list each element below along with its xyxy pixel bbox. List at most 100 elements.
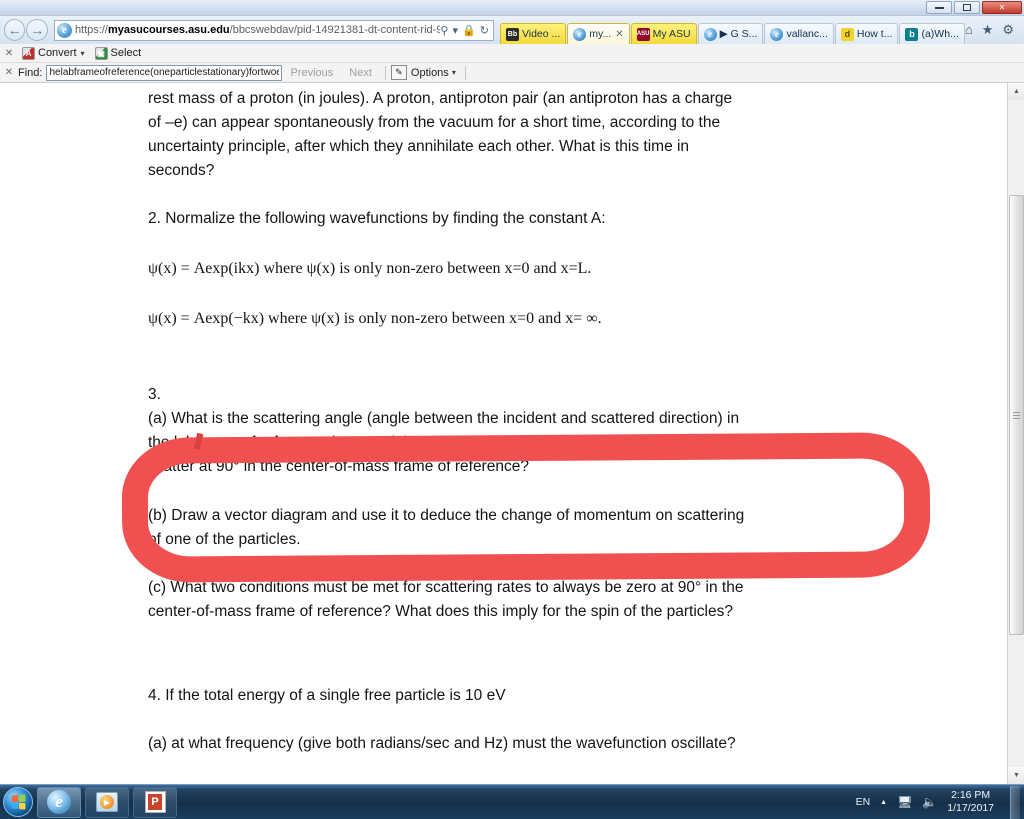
- network-icon[interactable]: 🖥: [897, 795, 912, 809]
- tab-video[interactable]: Bb Video ...: [499, 23, 567, 44]
- asu-icon: ASU: [636, 27, 650, 41]
- tab-label: ▶ G S...: [719, 28, 758, 40]
- scrollbar-thumb[interactable]: [1009, 195, 1024, 635]
- highlight-all-icon[interactable]: ✎: [390, 65, 407, 80]
- question-4a-line: (a) at what frequency (give both radians…: [148, 735, 736, 752]
- browser-navigation-bar: ← → e https://myasucourses.asu.edu/bbcsw…: [0, 16, 1024, 44]
- url-host: myasucourses.asu.edu: [107, 24, 230, 36]
- question-3a-line: (a) What is the scattering angle (angle …: [148, 410, 740, 427]
- select-icon: ▣: [94, 46, 108, 60]
- equation-1: ψ(x) = Aexp(ikx) where ψ(x) is only non-…: [148, 260, 592, 277]
- home-icon[interactable]: ⌂: [965, 22, 973, 38]
- question-3c-line: (c) What two conditions must be met for …: [148, 579, 744, 596]
- close-toolbar-icon[interactable]: ✕: [0, 48, 18, 59]
- question-3c-line: center-of-mass frame of reference? What …: [148, 603, 733, 620]
- url-path: /bbcswebdav/pid-14921381-dt-content-rid-…: [229, 24, 441, 36]
- taskbar-item-windows-media-player[interactable]: ▶: [85, 786, 129, 818]
- taskbar-item-internet-explorer[interactable]: e: [37, 786, 81, 818]
- document-viewport[interactable]: rest mass of a proton (in joules). A pro…: [0, 83, 1024, 784]
- find-options-button[interactable]: Options ▾: [407, 64, 460, 81]
- ie-icon: e: [770, 27, 784, 41]
- find-input[interactable]: [46, 64, 283, 81]
- screen: ✕ ← → e https://myasucourses.asu.edu/bbc…: [0, 0, 1024, 819]
- forward-button[interactable]: →: [26, 19, 48, 41]
- window-controls: ✕: [926, 1, 1022, 14]
- docs-icon: d: [840, 27, 854, 41]
- close-find-bar-icon[interactable]: ✕: [0, 67, 18, 78]
- start-button[interactable]: [3, 787, 33, 817]
- show-hidden-icons-icon[interactable]: ▲: [880, 799, 887, 806]
- media-player-icon: ▶: [96, 792, 118, 812]
- tab-label: My ASU: [652, 28, 691, 40]
- convert-icon: A: [22, 46, 35, 60]
- language-indicator[interactable]: EN: [856, 796, 871, 808]
- blackboard-icon: Bb: [505, 27, 519, 41]
- back-button[interactable]: ←: [4, 19, 26, 41]
- tab-label: (a)Wh...: [921, 28, 959, 40]
- tab-vallanc[interactable]: e vallanc...: [764, 23, 834, 44]
- pdf-page: rest mass of a proton (in joules). A pro…: [0, 83, 1007, 784]
- refresh-icon[interactable]: ↻: [480, 24, 489, 37]
- find-options-label: Options: [410, 66, 449, 79]
- scroll-down-icon[interactable]: ▼: [1008, 767, 1024, 784]
- tab-label: Video ...: [521, 28, 561, 40]
- clock[interactable]: 2:16 PM 1/17/2017: [947, 789, 994, 815]
- find-previous-button[interactable]: Previous: [282, 67, 341, 79]
- vertical-scrollbar[interactable]: ▲ ▼: [1007, 83, 1024, 784]
- lock-icon: 🔒: [462, 24, 476, 37]
- search-icon[interactable]: ⚲: [440, 24, 448, 37]
- address-bar[interactable]: e https://myasucourses.asu.edu/bbcswebda…: [53, 19, 494, 41]
- find-label: Find:: [18, 66, 43, 79]
- clock-date: 1/17/2017: [947, 802, 994, 814]
- tab-g-s[interactable]: e ▶ G S...: [697, 23, 764, 44]
- ie-icon: e: [47, 790, 71, 814]
- question-3a-line: the lab frame of reference (one particle…: [148, 434, 719, 451]
- scroll-up-icon[interactable]: ▲: [1008, 83, 1024, 100]
- tab-my[interactable]: e my... ✕: [567, 23, 630, 44]
- divider: [384, 65, 386, 80]
- paragraph-line: seconds?: [148, 162, 215, 179]
- tab-a-wh[interactable]: b (a)Wh...: [899, 23, 965, 44]
- tab-label: How t...: [856, 28, 893, 40]
- close-button[interactable]: ✕: [982, 1, 1022, 14]
- convert-chevron-down-icon[interactable]: ▾: [81, 49, 85, 58]
- tab-close-icon[interactable]: ✕: [615, 29, 623, 40]
- tools-gear-icon[interactable]: ⚙: [1002, 22, 1014, 38]
- taskbar-item-powerpoint[interactable]: P: [133, 786, 177, 818]
- question-4-heading: 4. If the total energy of a single free …: [148, 687, 506, 704]
- bing-icon: b: [905, 27, 919, 41]
- convert-button[interactable]: A Convert: [18, 45, 81, 62]
- show-desktop-button[interactable]: [1010, 785, 1020, 819]
- find-next-button[interactable]: Next: [341, 67, 380, 79]
- select-label: Select: [110, 47, 142, 59]
- question-3b-line: of one of the particles.: [148, 531, 301, 548]
- paragraph-line: rest mass of a proton (in joules). A pro…: [148, 90, 733, 107]
- question-3-number: 3.: [148, 386, 161, 403]
- ie-icon: e: [56, 22, 72, 38]
- address-bar-icons: ⚲ ▾ 🔒 ↻: [440, 24, 491, 37]
- window-title-bar: ✕: [0, 0, 1024, 16]
- url-scheme: https://: [74, 24, 108, 36]
- system-tray: EN ▲ 🖥 🔈 2:16 PM 1/17/2017: [856, 785, 1024, 819]
- favorites-icon[interactable]: ★: [982, 22, 994, 38]
- restore-button[interactable]: [954, 1, 980, 14]
- clock-time: 2:16 PM: [951, 789, 991, 801]
- tab-strip: Bb Video ... e my... ✕ ASU My ASU e ▶ G …: [499, 16, 965, 44]
- windows-taskbar: e ▶ P EN ▲ 🖥 🔈 2:16 PM 1/17/2017: [0, 784, 1024, 819]
- tab-label: vallanc...: [786, 28, 828, 40]
- powerpoint-icon: P: [144, 791, 166, 813]
- tab-how-to[interactable]: d How t...: [834, 23, 899, 44]
- find-bar: ✕ Find: Previous Next ✎ Options ▾: [0, 63, 1024, 83]
- paragraph-line: uncertainty principle, after which they …: [148, 138, 690, 155]
- select-button[interactable]: ▣ Select: [91, 45, 146, 62]
- tab-my-asu[interactable]: ASU My ASU: [630, 23, 697, 44]
- windows-logo-icon: [11, 794, 26, 810]
- pdf-toolbar: ✕ A Convert ▾ ▣ Select: [0, 44, 1024, 63]
- question-3b-line: (b) Draw a vector diagram and use it to …: [148, 507, 745, 524]
- convert-label: Convert: [38, 47, 77, 59]
- minimize-button[interactable]: [926, 1, 952, 14]
- ie-icon: e: [573, 27, 587, 41]
- chevron-down-icon[interactable]: ▾: [452, 24, 458, 37]
- volume-icon[interactable]: 🔈: [922, 795, 937, 809]
- document-text: rest mass of a proton (in joules). A pro…: [148, 83, 878, 756]
